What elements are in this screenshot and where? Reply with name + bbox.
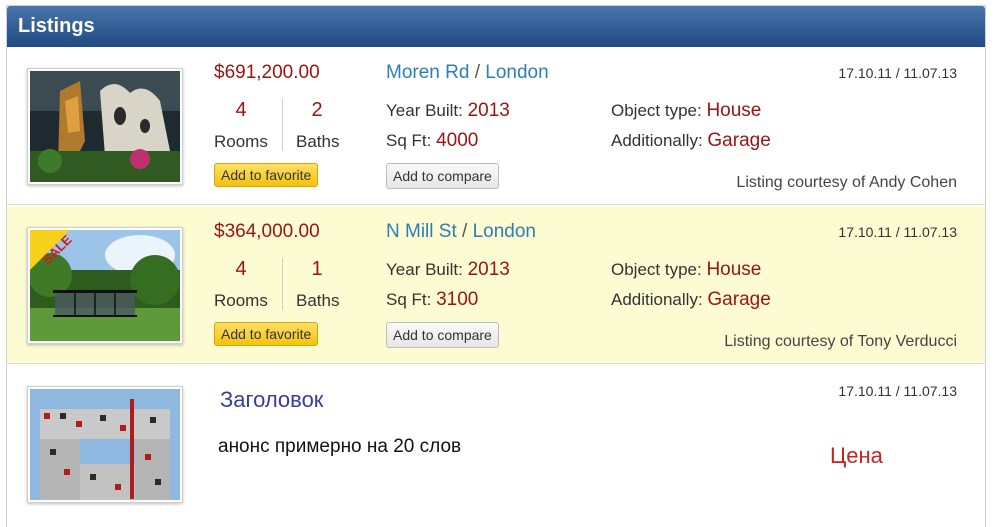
listing-photo[interactable]: SALE [27,227,183,344]
rooms-label: Rooms [214,132,268,151]
house-photo-image [30,71,180,182]
year-built: Year Built: 2013 [386,100,510,122]
city-link[interactable]: London [473,221,536,242]
listing-photo[interactable] [27,68,183,185]
rooms-baths-divider [282,99,283,151]
add-to-compare-button[interactable]: Add to compare [386,322,499,348]
address-separator: / [456,221,473,242]
additionally-label: Additionally: [611,290,708,309]
additionally-value: Garage [707,130,771,151]
year-built: Year Built: 2013 [386,259,510,281]
year-built-value: 2013 [467,259,510,280]
street-link[interactable]: Moren Rd [386,62,469,83]
listing-price: $691,200.00 [214,62,320,83]
city-link[interactable]: London [485,62,548,83]
listing-courtesy: Listing courtesy of Andy Cohen [736,174,957,191]
add-to-compare-button[interactable]: Add to compare [386,163,499,189]
listing-title: Заголовок [220,387,324,412]
square-feet: Sq Ft: 3100 [386,289,478,311]
add-to-favorite-button[interactable]: Add to favorite [214,163,319,187]
year-built-value: 2013 [467,100,510,121]
listing-item: $691,200.00 4 2 Rooms Baths Add to favor… [7,47,985,205]
listing-dates: 17.10.11 / 11.07.13 [838,224,957,240]
year-built-label: Year Built: [386,260,468,279]
additionally-label: Additionally: [611,131,708,150]
object-type-label: Object type: [611,260,707,279]
additionally: Additionally: Garage [611,130,771,152]
listing-address: N Mill St / London [386,221,536,243]
rooms-baths-divider [282,258,283,310]
listing-courtesy: Listing courtesy of Tony Verducci [724,333,957,350]
listing-item: SALE $364,000.00 4 1 Rooms Baths Add to … [7,206,985,364]
sqft-value: 3100 [436,289,479,310]
baths-count: 2 [311,99,323,121]
listing-photo[interactable] [27,386,183,503]
street-link[interactable]: N Mill St [386,221,457,242]
square-feet: Sq Ft: 4000 [386,130,478,152]
building-photo-image [30,389,180,500]
listing-address: Moren Rd / London [386,62,549,84]
object-type-value: House [706,100,762,121]
rooms-count: 4 [235,258,247,280]
address-separator: / [469,62,486,83]
listing-item: Заголовок анонс примерно на 20 слов Цена… [7,365,985,527]
object-type-label: Object type: [611,101,707,120]
listing-price: $364,000.00 [214,221,320,242]
sqft-label: Sq Ft: [386,131,437,150]
panel-title: Listings [7,6,985,47]
year-built-label: Year Built: [386,101,468,120]
additionally: Additionally: Garage [611,289,771,311]
add-to-favorite-button[interactable]: Add to favorite [214,322,319,346]
baths-label: Baths [296,291,340,310]
sqft-value: 4000 [436,130,479,151]
listing-announcement: анонс примерно на 20 слов [218,436,462,457]
listings-panel: Listings $691,200.00 4 2 Rooms Baths Add… [6,5,986,527]
baths-label: Baths [296,132,340,151]
object-type: Object type: House [611,100,761,122]
rooms-label: Rooms [214,291,268,310]
rooms-count: 4 [235,99,247,121]
object-type: Object type: House [611,259,761,281]
additionally-value: Garage [707,289,771,310]
listing-dates: 17.10.11 / 11.07.13 [838,383,957,399]
object-type-value: House [706,259,762,280]
house-photo-image: SALE [30,230,180,341]
sqft-label: Sq Ft: [386,290,437,309]
listing-price: Цена [830,443,883,468]
baths-count: 1 [311,258,323,280]
listing-dates: 17.10.11 / 11.07.13 [838,65,957,81]
